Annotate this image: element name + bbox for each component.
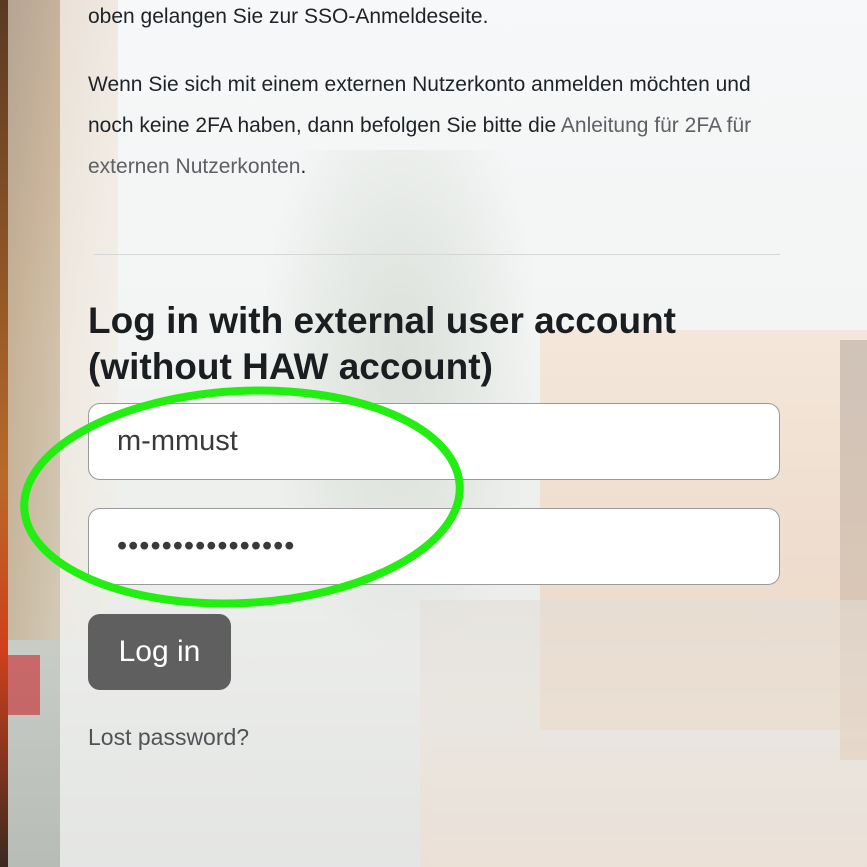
lost-password-link[interactable]: Lost password? [88,724,249,751]
username-input[interactable] [88,403,780,480]
login-button[interactable]: Log in [88,614,231,690]
intro-paragraph: Wenn Sie sich mit einem externen Nutzerk… [88,64,780,187]
password-input[interactable] [88,508,780,585]
divider [94,254,780,255]
login-heading: Log in with external user account (witho… [88,300,676,387]
intro-line: oben gelangen Sie zur SSO-Anmeldeseite. [88,5,489,28]
intro-text-end: . [300,155,307,178]
